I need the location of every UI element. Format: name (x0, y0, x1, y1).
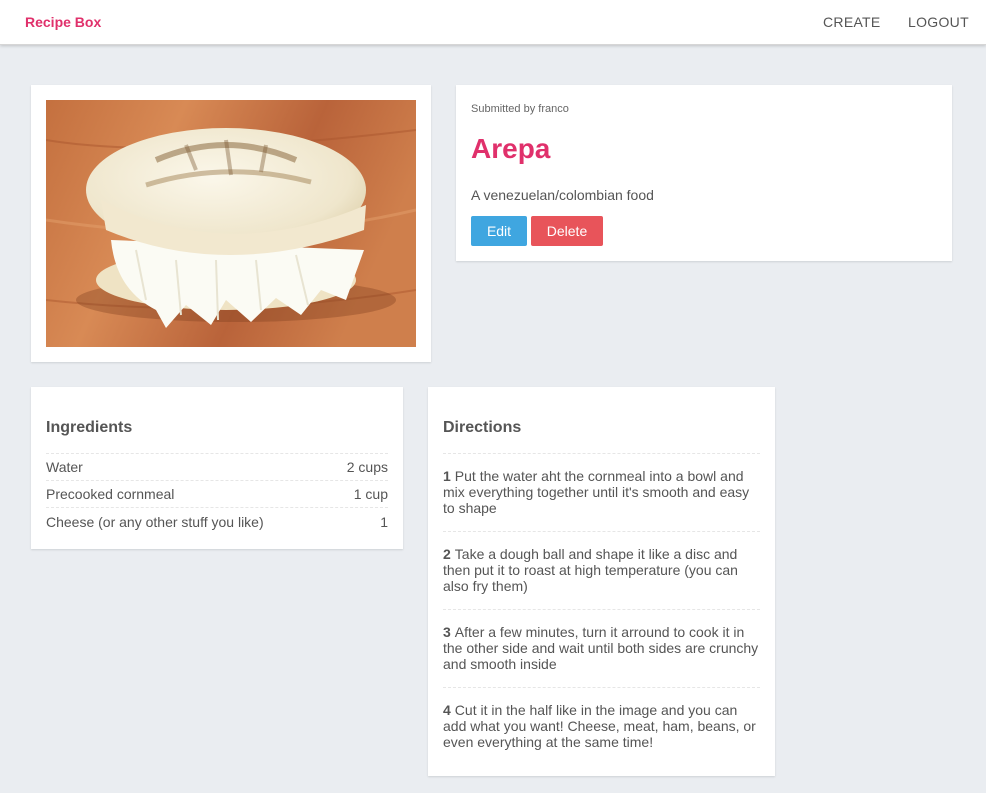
recipe-title: Arepa (471, 133, 551, 164)
directions-list: 1 Put the water aht the cornmeal into a b… (443, 453, 760, 765)
recipe-photo (46, 100, 416, 347)
step-text: After a few minutes, turn it arround to … (443, 624, 759, 672)
ingredient-row: Precooked cornmeal 1 cup (46, 481, 388, 508)
ingredient-name: Cheese (or any other stuff you like) (46, 513, 264, 530)
direction-step: 1 Put the water aht the cornmeal into a b… (443, 454, 760, 532)
step-text: Put the water aht the cornmeal into a bo… (443, 468, 750, 516)
delete-button[interactable]: Delete (531, 216, 603, 246)
directions-card: Directions 1 Put the water aht the cornme… (428, 387, 775, 776)
create-link[interactable]: CREATE (823, 14, 881, 30)
step-text: Cut it in the half like in the image and… (443, 702, 756, 750)
navbar: Recipe Box CREATE LOGOUT (0, 0, 986, 45)
step-number: 2 (443, 546, 451, 562)
step-number: 1 (443, 468, 451, 484)
step-number: 4 (443, 702, 451, 718)
ingredient-qty: 2 cups (346, 459, 388, 475)
ingredient-qty: 1 cup (353, 486, 388, 502)
submitted-by: Submitted by franco (471, 103, 569, 115)
logout-link[interactable]: LOGOUT (908, 14, 969, 30)
direction-step: 2 Take a dough ball and shape it like a d… (443, 532, 760, 610)
ingredients-title: Ingredients (46, 419, 133, 436)
direction-step: 4 Cut it in the half like in the image an… (443, 688, 760, 765)
step-number: 3 (443, 624, 451, 640)
ingredient-name: Precooked cornmeal (46, 486, 175, 502)
brand-link[interactable]: Recipe Box (25, 14, 101, 30)
ingredients-card: Ingredients Water 2 cups Precooked cornm… (31, 387, 403, 549)
edit-button[interactable]: Edit (471, 216, 527, 246)
recipe-image-card (31, 85, 431, 362)
ingredient-row: Water 2 cups (46, 454, 388, 481)
step-text: Take a dough ball and shape it like a di… (443, 546, 738, 594)
recipe-description: A venezuelan/colombian food (471, 187, 654, 203)
directions-title: Directions (443, 419, 522, 436)
ingredients-list: Water 2 cups Precooked cornmeal 1 cup Ch… (46, 453, 388, 535)
ingredient-name: Water (46, 459, 83, 475)
ingredient-qty: 1 (380, 513, 388, 530)
ingredient-row: Cheese (or any other stuff you like) 1 (46, 508, 388, 535)
recipe-info-card: Submitted by franco Arepa A venezuelan/c… (456, 85, 952, 261)
direction-step: 3 After a few minutes, turn it arround to… (443, 610, 760, 688)
